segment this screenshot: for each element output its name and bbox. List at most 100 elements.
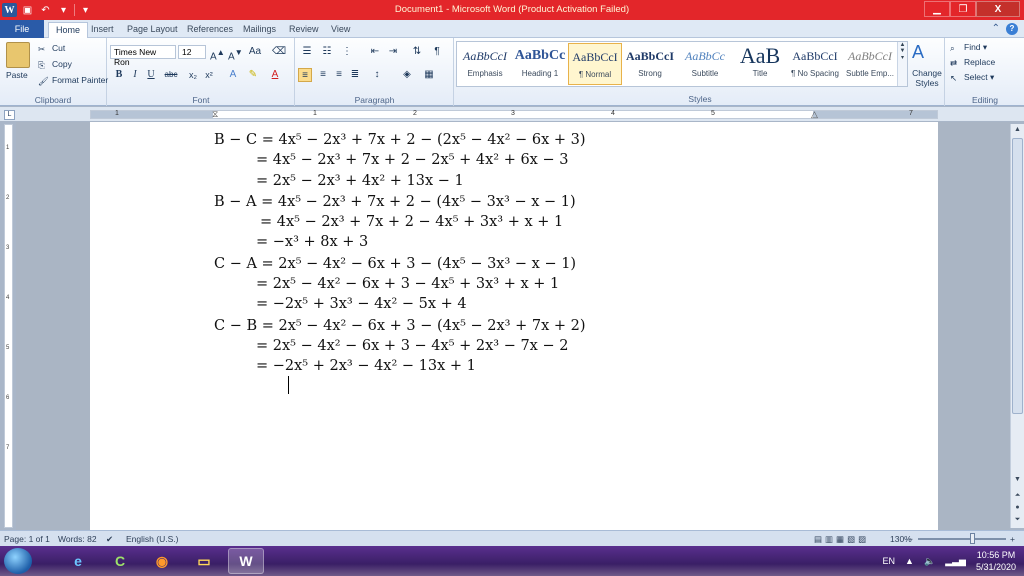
word-taskbar-icon[interactable]: W (228, 548, 264, 574)
numbering-icon[interactable]: ☷ (320, 45, 334, 59)
scroll-up-icon[interactable]: ▲ (1011, 124, 1024, 136)
internet-explorer-icon[interactable]: e (60, 548, 96, 574)
align-left-icon[interactable]: ≡ (298, 68, 312, 82)
equation-line[interactable]: = 4x⁵ − 2x³ + 7x + 2 − 2x⁵ + 4x² + 6x − … (256, 152, 568, 168)
page-count[interactable]: Page: 1 of 1 (4, 534, 50, 544)
equation-line[interactable]: = 2x⁵ − 4x² − 6x + 3 − 4x⁵ + 2x³ − 7x − … (256, 338, 568, 354)
equation-line[interactable]: = −x³ + 8x + 3 (256, 234, 368, 250)
style-subtitle[interactable]: AaBbCc Subtitle (678, 43, 732, 85)
vertical-scrollbar[interactable]: ▲ ▼ ⏶ ● ⏷ (1010, 124, 1024, 528)
tab-file[interactable]: File (0, 20, 44, 38)
grow-font-icon[interactable]: A▲ (210, 45, 225, 62)
file-explorer-icon[interactable]: ▭ (186, 548, 222, 574)
firefox-icon[interactable]: ◉ (144, 548, 180, 574)
equation-line[interactable]: = −2x⁵ + 3x³ − 4x² − 5x + 4 (256, 296, 467, 312)
tab-selector-button[interactable]: L (4, 110, 15, 120)
document-page[interactable]: B − C = 4x⁵ − 2x³ + 7x + 2 − (2x⁵ − 4x² … (90, 122, 938, 530)
view-buttons[interactable]: ▤▥▦▧▨ (814, 534, 869, 545)
underline-button[interactable]: U (144, 68, 158, 82)
volume-icon[interactable]: 🔈 (924, 556, 935, 567)
scrollbar-thumb[interactable] (1012, 138, 1023, 414)
subscript-button[interactable]: x₂ (186, 68, 200, 82)
tab-mailings[interactable]: Mailings (236, 22, 283, 38)
align-right-icon[interactable]: ≡ (332, 68, 346, 82)
ccleaner-icon[interactable]: C (102, 548, 138, 574)
decrease-indent-icon[interactable]: ⇤ (368, 45, 382, 59)
show-paragraph-marks-button[interactable]: ¶ (430, 45, 444, 59)
tab-home[interactable]: Home (48, 22, 89, 38)
font-color-icon[interactable]: A (268, 68, 282, 82)
change-styles-icon[interactable]: A (912, 42, 924, 63)
word-count[interactable]: Words: 82 (58, 534, 97, 544)
superscript-button[interactable]: x² (202, 68, 216, 82)
equation-line[interactable]: B − A = 4x⁵ − 2x³ + 7x + 2 − (4x⁵ − 3x³ … (214, 194, 576, 210)
tab-view[interactable]: View (324, 22, 357, 38)
style-emphasis[interactable]: AaBbCcI Emphasis (458, 43, 512, 85)
change-case-icon[interactable]: Aa (248, 45, 262, 59)
style-normal[interactable]: AaBbCcI ¶ Normal (568, 43, 622, 85)
bullets-icon[interactable]: ☰ (300, 45, 314, 59)
equation-line[interactable]: B − C = 4x⁵ − 2x³ + 7x + 2 − (2x⁵ − 4x² … (214, 132, 586, 148)
zoom-slider-thumb[interactable] (970, 533, 975, 544)
equation-line[interactable]: = 2x⁵ − 2x³ + 4x² + 13x − 1 (256, 173, 464, 189)
italic-button[interactable]: I (128, 68, 142, 82)
justify-icon[interactable]: ≣ (348, 68, 362, 82)
horizontal-ruler[interactable]: 1 1 2 3 4 5 7 ⧖ △ (90, 109, 938, 120)
font-size-select[interactable]: 12 (178, 45, 206, 59)
shrink-font-icon[interactable]: A▼ (228, 45, 243, 62)
bold-button[interactable]: B (112, 68, 126, 82)
cut-button[interactable]: ✂ Cut (38, 43, 65, 54)
font-name-select[interactable]: Times New Ron (110, 45, 176, 67)
copy-button[interactable]: ⎘ Copy (38, 59, 72, 70)
tab-review[interactable]: Review (282, 22, 326, 38)
text-effects-icon[interactable]: A (226, 68, 240, 82)
clear-formatting-icon[interactable]: ⌫ (272, 45, 286, 59)
sort-icon[interactable]: ⇅ (410, 45, 424, 59)
right-indent-marker-icon[interactable]: △ (811, 109, 818, 120)
select-button[interactable]: ↖ Select ▾ (950, 72, 994, 83)
change-styles-button[interactable]: Change Styles (910, 68, 944, 88)
borders-icon[interactable]: ▦ (422, 68, 436, 82)
align-center-icon[interactable]: ≡ (316, 68, 330, 82)
language-indicator[interactable]: English (U.S.) (126, 534, 178, 544)
multilevel-list-icon[interactable]: ⋮ (340, 45, 354, 59)
equation-line[interactable]: = 2x⁵ − 4x² − 6x + 3 − 4x⁵ + 3x³ + x + 1 (256, 276, 559, 292)
style-heading-1[interactable]: AaBbCc Heading 1 (513, 43, 567, 85)
style-title[interactable]: AaB Title (733, 43, 787, 85)
select-browse-object-icon[interactable]: ● (1011, 502, 1024, 514)
style-strong[interactable]: AaBbCcI Strong (623, 43, 677, 85)
previous-page-icon[interactable]: ⏶ (1011, 490, 1024, 502)
network-icon[interactable]: ▂▃▅ (945, 556, 966, 567)
find-button[interactable]: ⌕ Find ▾ (950, 42, 987, 53)
style-subtle-emphasis[interactable]: AaBbCcI Subtle Emp... (843, 43, 897, 85)
equation-line[interactable]: C − B = 2x⁵ − 4x² − 6x + 3 − (4x⁵ − 2x³ … (214, 318, 586, 334)
tab-references[interactable]: References (180, 22, 240, 38)
equation-line[interactable]: C − A = 2x⁵ − 4x² − 6x + 3 − (4x⁵ − 3x³ … (214, 256, 576, 272)
format-painter-button[interactable]: 🖌 Format Painter (38, 75, 108, 86)
zoom-out-button[interactable]: − (908, 534, 913, 544)
language-indicator-tray[interactable]: EN (883, 556, 896, 566)
show-hidden-icons-icon[interactable]: ▲ (905, 556, 914, 566)
scroll-down-icon[interactable]: ▼ (1011, 474, 1024, 486)
paste-icon[interactable] (6, 42, 30, 68)
zoom-slider[interactable] (918, 538, 1006, 540)
next-page-icon[interactable]: ⏷ (1011, 514, 1024, 526)
indent-marker-icon[interactable]: ⧖ (212, 109, 218, 120)
restore-button[interactable]: ❐ (950, 1, 976, 17)
increase-indent-icon[interactable]: ⇥ (386, 45, 400, 59)
paste-button[interactable]: Paste (6, 70, 28, 80)
close-button[interactable]: X (976, 1, 1020, 17)
zoom-in-button[interactable]: + (1010, 534, 1015, 544)
start-button[interactable] (4, 548, 32, 574)
equation-line[interactable]: = −2x⁵ + 2x³ − 4x² − 13x + 1 (256, 358, 476, 374)
replace-button[interactable]: ⇄ Replace (950, 57, 995, 68)
equation-line[interactable]: = 4x⁵ − 2x³ + 7x + 2 − 4x⁵ + 3x³ + x + 1 (260, 214, 563, 230)
tab-page-layout[interactable]: Page Layout (120, 22, 185, 38)
style-no-spacing[interactable]: AaBbCcI ¶ No Spacing (788, 43, 842, 85)
line-spacing-icon[interactable]: ↕ (370, 68, 384, 82)
proofing-icon[interactable]: ✔ (106, 534, 113, 545)
minimize-ribbon-icon[interactable]: ⌃ (992, 23, 1000, 35)
shading-icon[interactable]: ◈ (400, 68, 414, 82)
highlight-icon[interactable]: ✎ (246, 68, 260, 82)
tab-insert[interactable]: Insert (84, 22, 121, 38)
